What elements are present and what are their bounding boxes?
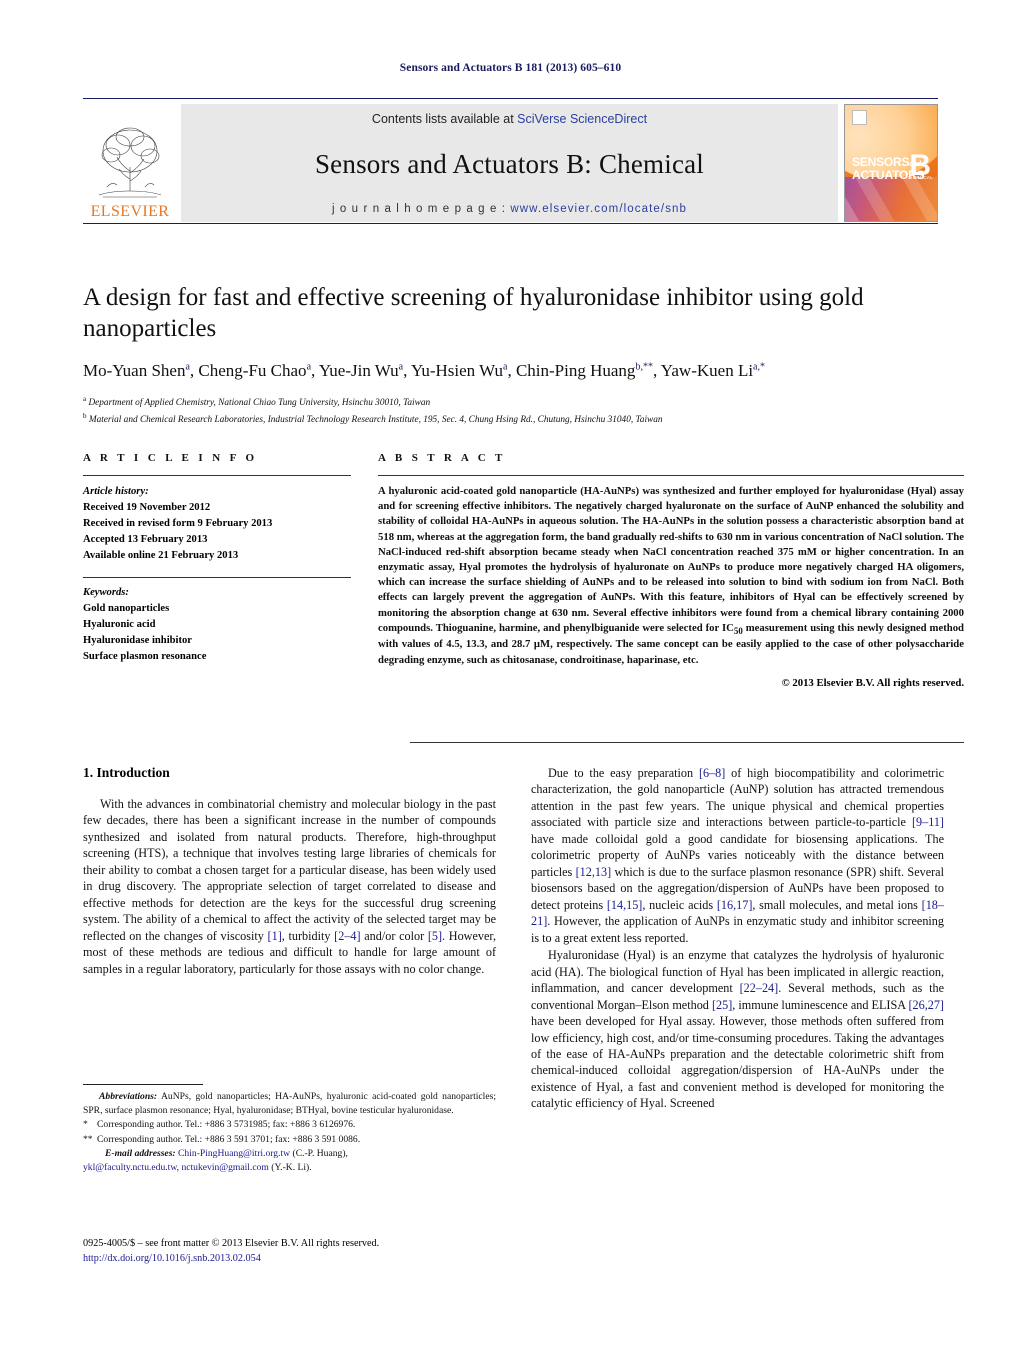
cover-subtitle: CHEMICAL xyxy=(907,174,933,180)
keywords-label: Keywords: xyxy=(83,587,129,599)
journal-cover-thumbnail: SENSORSand ACTUATORS B CHEMICAL xyxy=(844,104,938,222)
footnote-abbreviations: Abbreviations: AuNPs, gold nanoparticles… xyxy=(83,1090,496,1117)
footnote-corresponding-2: ** Corresponding author. Tel.: +886 3 591… xyxy=(83,1133,496,1147)
article-info-heading: A R T I C L E I N F O xyxy=(83,452,258,464)
article-history-item: Available online 21 February 2013 xyxy=(83,549,239,561)
keywords-rule xyxy=(83,577,351,579)
keyword-item: Hyaluronidase inhibitor xyxy=(83,635,193,647)
affiliation-b-marker: b xyxy=(83,411,87,420)
intro-paragraph-right-2: Hyaluronidase (Hyal) is an enzyme that c… xyxy=(531,948,944,1111)
body-column-left: 1. Introduction With the advances in com… xyxy=(83,765,496,1112)
email-owner-3: (Y.-K. Li). xyxy=(271,1162,312,1174)
footnote-corresponding-1: * Corresponding author. Tel.: +886 3 5731… xyxy=(83,1118,496,1132)
running-head: Sensors and Actuators B 181 (2013) 605–6… xyxy=(399,62,622,74)
abstract-rule xyxy=(378,475,964,476)
section-heading-introduction: 1. Introduction xyxy=(83,765,170,780)
intro-paragraph-right-1: Due to the easy preparation [6–8] of hig… xyxy=(531,766,944,945)
info-abstract-region: A R T I C L E I N F O Article history: R… xyxy=(83,452,964,689)
footnote-block: Abbreviations: AuNPs, gold nanoparticles… xyxy=(83,1084,496,1175)
elsevier-wordmark: ELSEVIER xyxy=(90,203,170,220)
cover-line1: SENSORS xyxy=(852,155,910,170)
abstract-text: A hyaluronic acid-coated gold nanopartic… xyxy=(378,485,964,666)
rule-under-masthead xyxy=(83,223,938,224)
homepage-url[interactable]: www.elsevier.com/locate/snb xyxy=(510,203,687,215)
doi-link[interactable]: http://dx.doi.org/10.1016/j.snb.2013.02.… xyxy=(83,1251,513,1266)
keyword-item: Surface plasmon resonance xyxy=(83,651,207,663)
corresponding-marker-2: ** xyxy=(83,1133,93,1145)
contents-list-line: Contents lists available at SciVerse Sci… xyxy=(372,112,647,126)
journal-homepage-line: j o u r n a l h o m e p a g e : www.else… xyxy=(332,203,687,215)
affiliation-a-text: Department of Applied Chemistry, Nationa… xyxy=(88,398,431,409)
affiliation-a: a Department of Applied Chemistry, Natio… xyxy=(83,394,946,411)
rule-top xyxy=(83,98,938,99)
article-history-item: Accepted 13 February 2013 xyxy=(83,533,208,545)
journal-title: Sensors and Actuators B: Chemical xyxy=(314,149,705,179)
abstract-copyright: © 2013 Elsevier B.V. All rights reserved… xyxy=(781,676,964,689)
abstract-heading: A B S T R A C T xyxy=(378,452,506,464)
abbrev-label: Abbreviations: xyxy=(99,1091,158,1102)
keywords-block: Keywords: Gold nanoparticles Hyaluronic … xyxy=(83,577,351,664)
contents-prefix: Contents lists available at xyxy=(371,112,518,126)
author-list: Mo-Yuan Shena, Cheng-Fu Chaoa, Yue-Jin W… xyxy=(83,361,765,380)
title-block: A design for fast and effective screenin… xyxy=(83,283,946,427)
journal-masthead: ELSEVIER Contents lists available at Sci… xyxy=(83,104,938,222)
body-column-right: Due to the easy preparation [6–8] of hig… xyxy=(531,765,944,1112)
affiliation-a-marker: a xyxy=(83,395,87,404)
article-history-item: Received 19 November 2012 xyxy=(83,501,211,513)
article-info-column: A R T I C L E I N F O Article history: R… xyxy=(83,452,351,689)
email-link-3[interactable]: nctukevin@gmail.com xyxy=(181,1162,268,1173)
paper-page: Sensors and Actuators B 181 (2013) 605–6… xyxy=(0,0,1021,1351)
elsevier-logo: ELSEVIER xyxy=(83,104,177,222)
email-link-2[interactable]: ykl@faculty.nctu.edu.tw xyxy=(83,1162,177,1173)
elsevier-tree-icon xyxy=(98,127,162,198)
email-link-1[interactable]: Chin-PingHuang@itri.org.tw xyxy=(178,1148,290,1159)
keyword-item: Hyaluronic acid xyxy=(83,619,156,631)
issn-front-matter: 0925-4005/$ – see front matter © 2013 El… xyxy=(83,1238,380,1249)
corresponding-text-2: Corresponding author. Tel.: +886 3 591 3… xyxy=(97,1133,361,1145)
article-history-item: Received in revised form 9 February 2013 xyxy=(83,517,273,529)
article-history-label: Article history: xyxy=(83,486,149,497)
body-columns: 1. Introduction With the advances in com… xyxy=(83,765,964,1112)
keyword-item: Gold nanoparticles xyxy=(83,603,170,615)
cover-elsevier-mark-icon xyxy=(852,110,867,125)
front-matter-block: 0925-4005/$ – see front matter © 2013 El… xyxy=(83,1236,513,1267)
masthead-center: Contents lists available at SciVerse Sci… xyxy=(181,104,838,222)
page-title: A design for fast and effective screenin… xyxy=(83,284,864,342)
corresponding-marker-1: * xyxy=(83,1119,88,1131)
article-info-rule xyxy=(83,475,351,476)
email-owner-1: (C.-P. Huang), xyxy=(292,1148,348,1160)
abstract-column: A B S T R A C T A hyaluronic acid-coated… xyxy=(378,452,964,689)
email-label: E-mail addresses: xyxy=(105,1148,176,1160)
corresponding-text-1: Corresponding author. Tel.: +886 3 57319… xyxy=(97,1119,356,1131)
intro-paragraph-left-1: With the advances in combinatorial chemi… xyxy=(83,797,496,976)
spine-watermark xyxy=(68,112,82,222)
cover-gradient-bottom xyxy=(845,176,937,221)
homepage-label: j o u r n a l h o m e p a g e : xyxy=(331,203,511,215)
rule-abstract-bottom xyxy=(410,742,964,743)
footnote-emails: E-mail addresses: Chin-PingHuang@itri.or… xyxy=(83,1147,496,1174)
affiliation-b: b Material and Chemical Research Laborat… xyxy=(83,411,946,428)
footnote-rule xyxy=(83,1084,203,1085)
affiliation-b-text: Material and Chemical Research Laborator… xyxy=(88,414,663,425)
sciencedirect-link[interactable]: SciVerse ScienceDirect xyxy=(517,112,647,126)
